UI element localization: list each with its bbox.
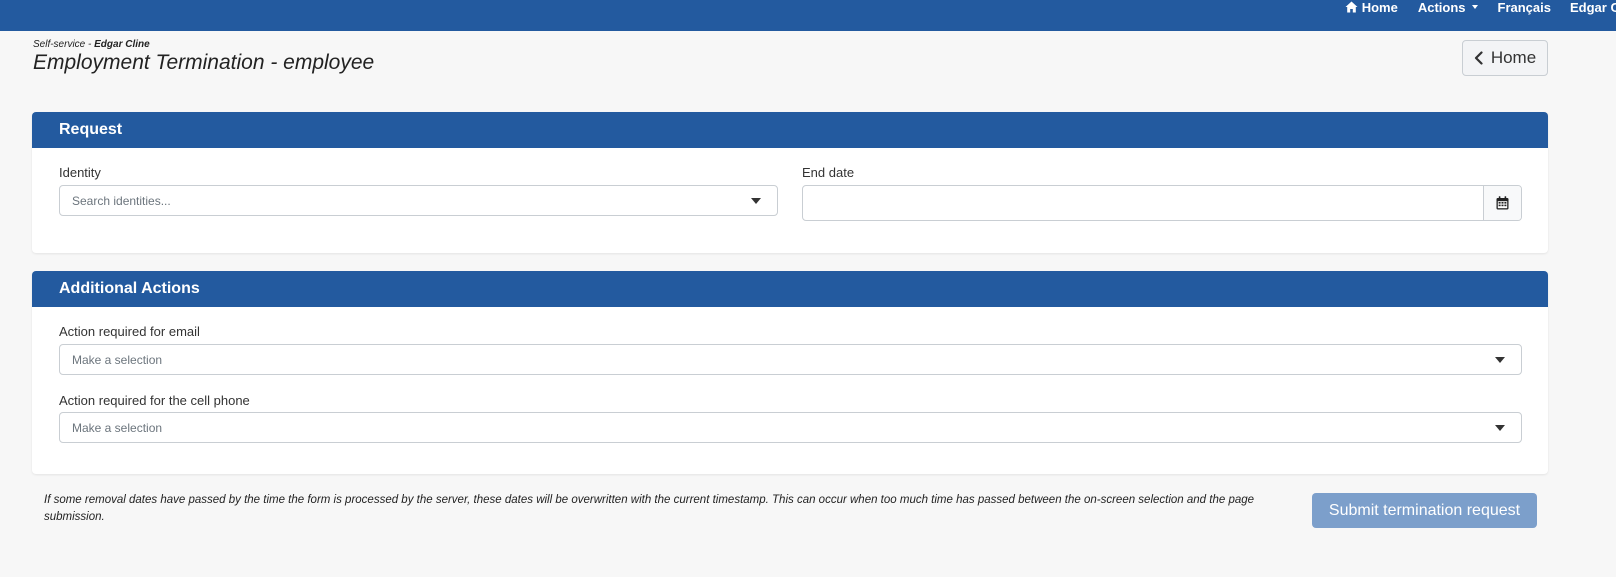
breadcrumb-prefix: Self-service - (33, 39, 95, 50)
calendar-button[interactable] (1483, 186, 1521, 220)
email-action-select[interactable]: Make a selection (59, 344, 1522, 375)
email-action-placeholder: Make a selection (72, 352, 163, 367)
home-button-label: Home (1490, 48, 1537, 67)
identity-select[interactable]: Search identities... (59, 185, 778, 216)
request-card-header: Request (32, 112, 1548, 148)
breadcrumb: Self-service - Edgar Cline (33, 39, 150, 50)
additional-actions-card-title: Additional Actions (59, 280, 200, 297)
caret-down-icon (1495, 425, 1505, 431)
nav-home-label: Home (1361, 0, 1398, 15)
caret-down-icon (751, 198, 761, 204)
nav-user-label: Edgar Cline (1570, 0, 1616, 15)
nav-actions-label: Actions (1417, 0, 1466, 15)
page-title: Employment Termination - employee (33, 51, 375, 74)
cell-action-label: Action required for the cell phone (59, 393, 250, 408)
request-card: Request Identity Search identities... En… (32, 112, 1548, 253)
nav-home[interactable]: Home (1345, 0, 1398, 15)
nav-actions[interactable]: Actions (1418, 0, 1478, 15)
calendar-icon (1496, 196, 1509, 210)
nav-language-label: Français (1497, 0, 1551, 15)
top-nav: Home Actions Français Edgar Cline (1345, 0, 1616, 15)
caret-down-icon (1471, 5, 1478, 9)
top-navbar: Home Actions Français Edgar Cline (0, 0, 1616, 31)
request-card-title: Request (59, 121, 123, 138)
additional-actions-card: Additional Actions Action required for e… (32, 271, 1548, 474)
submit-termination-button[interactable]: Submit termination request (1312, 493, 1537, 528)
identity-label: Identity (59, 165, 101, 180)
caret-down-icon (1495, 357, 1505, 363)
cell-action-select[interactable]: Make a selection (59, 412, 1522, 443)
home-icon (1345, 1, 1358, 13)
email-action-label: Action required for email (59, 324, 200, 339)
end-date-field (802, 185, 1522, 221)
additional-actions-card-header: Additional Actions (32, 271, 1548, 307)
breadcrumb-user: Edgar Cline (94, 39, 150, 50)
cell-action-placeholder: Make a selection (72, 420, 163, 435)
nav-language[interactable]: Français (1498, 0, 1551, 15)
chevron-left-icon (1474, 51, 1483, 65)
removal-date-notice: If some removal dates have passed by the… (44, 494, 1255, 523)
home-button[interactable]: Home (1462, 40, 1548, 76)
identity-placeholder: Search identities... (72, 193, 171, 208)
nav-user[interactable]: Edgar Cline (1570, 0, 1616, 15)
end-date-input[interactable] (803, 186, 1483, 220)
end-date-label: End date (802, 165, 855, 180)
